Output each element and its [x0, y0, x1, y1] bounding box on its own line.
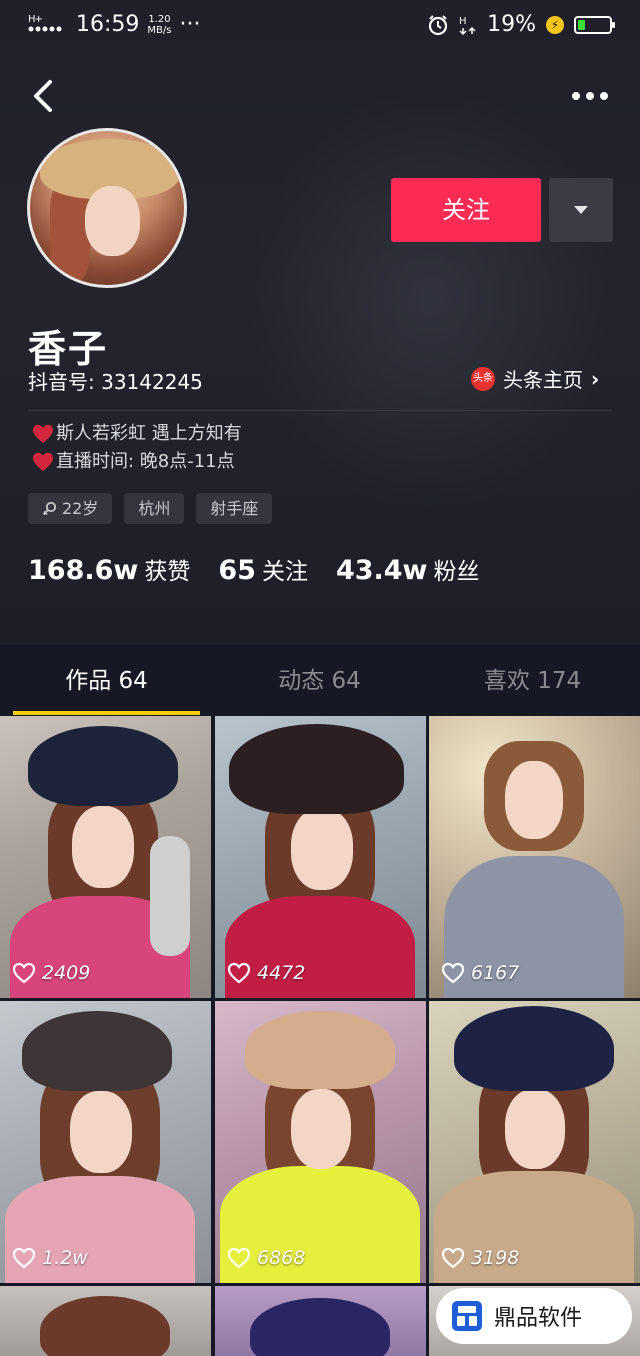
video-thumbnail[interactable]: 1.2w [0, 1001, 211, 1283]
net-speed: 1.20 MB/s [147, 14, 171, 36]
stat-value: 65 [218, 555, 256, 586]
watermark-logo-icon [452, 1301, 482, 1331]
like-count-text: 4472 [257, 962, 306, 984]
toutiao-label: 头条主页 [503, 368, 583, 392]
video-thumbnail[interactable]: 6868 [215, 1001, 426, 1283]
profile-nickname: 香子 [28, 327, 109, 371]
back-button[interactable] [24, 74, 64, 118]
heart-icon [33, 452, 53, 472]
like-count-text: 6167 [471, 962, 520, 984]
like-count-text: 1.2w [42, 1247, 88, 1269]
stat-value: 168.6w [28, 555, 139, 586]
video-thumbnail[interactable]: 6167 [429, 716, 640, 998]
heart-icon [33, 424, 53, 444]
like-count-text: 2409 [42, 962, 91, 984]
alarm-icon [428, 14, 448, 35]
profile-tags: 22岁 杭州 射手座 [28, 493, 273, 524]
heart-outline-icon [227, 962, 251, 984]
cell-signal-icon: H+ [28, 12, 68, 37]
video-thumbnail[interactable]: 3198 [429, 1001, 640, 1283]
video-like-count: 4472 [227, 962, 305, 984]
video-thumbnail[interactable]: 4472 [215, 716, 426, 998]
video-thumbnail[interactable] [0, 1286, 211, 1356]
tag-zodiac-label: 射手座 [210, 499, 259, 518]
divider [28, 410, 612, 411]
bio-line: 斯人若彩虹 遇上方知有 [32, 420, 242, 448]
status-bar: H+ 16:59 1.20 MB/s ··· H 19% ⚡ [0, 0, 640, 52]
toutiao-logo-icon: 头条 [471, 366, 495, 391]
video-thumbnail[interactable] [215, 1286, 426, 1356]
profile-stats: 168.6w 获赞 65 关注 43.4w 粉丝 [28, 552, 480, 586]
heart-outline-icon [441, 962, 465, 984]
net-speed-unit: MB/s [147, 24, 172, 36]
stat-following[interactable]: 65 关注 [218, 552, 308, 586]
female-icon [42, 501, 57, 515]
signal-label: H+ [28, 14, 43, 25]
video-like-count: 6868 [227, 1247, 305, 1269]
battery-icon [574, 15, 615, 34]
status-time: 16:59 [76, 12, 140, 37]
video-like-count: 6167 [441, 962, 519, 984]
toutiao-homepage-link[interactable]: 头条 头条主页 › [471, 364, 599, 393]
tab-updates[interactable]: 动态 64 [213, 645, 426, 715]
status-more: ··· [179, 12, 201, 37]
douyin-id: 抖音号: 33142245 [28, 370, 203, 394]
tab-works[interactable]: 作品 64 [0, 645, 213, 715]
video-like-count: 3198 [441, 1247, 519, 1269]
heart-outline-icon [12, 1247, 36, 1269]
like-count-text: 6868 [257, 1247, 306, 1269]
more-actions-dropdown[interactable] [549, 178, 613, 242]
triangle-down-icon [574, 206, 588, 214]
tab-indicator [13, 711, 200, 715]
stat-followers[interactable]: 43.4w 粉丝 [336, 552, 480, 586]
bio-text: 直播时间: 晚8点-11点 [56, 451, 235, 472]
tag-age: 22岁 [28, 493, 113, 524]
ellipsis-icon [572, 92, 608, 100]
heart-outline-icon [12, 962, 36, 984]
video-thumbnail[interactable]: 2409 [0, 716, 211, 998]
cell-data-icon: H [459, 16, 476, 35]
charging-icon: ⚡ [546, 15, 564, 34]
chevron-right-icon: › [591, 366, 600, 391]
stat-label: 获赞 [144, 559, 191, 585]
heart-outline-icon [227, 1247, 251, 1269]
watermark-text: 鼎品软件 [494, 1306, 583, 1331]
follow-button[interactable]: 关注 [391, 178, 541, 242]
tag-zodiac: 射手座 [196, 493, 273, 524]
net-speed-value: 1.20 [148, 13, 171, 25]
bio-line: 直播时间: 晚8点-11点 [32, 448, 242, 476]
battery-percent: 19% [487, 12, 536, 37]
more-button[interactable] [566, 82, 614, 110]
bio-text: 斯人若彩虹 遇上方知有 [56, 423, 242, 444]
svg-text:H: H [459, 16, 467, 27]
tag-city: 杭州 [124, 493, 185, 524]
like-count-text: 3198 [471, 1247, 520, 1269]
chevron-left-icon [34, 80, 52, 112]
tab-likes[interactable]: 喜欢 174 [426, 645, 639, 715]
video-like-count: 1.2w [12, 1247, 88, 1269]
content-tabs: 作品 64 动态 64 喜欢 174 [0, 645, 640, 715]
tag-city-label: 杭州 [138, 499, 171, 518]
tag-age-label: 22岁 [62, 499, 99, 518]
watermark-badge: 鼎品软件 [436, 1288, 632, 1344]
stat-label: 关注 [261, 559, 308, 585]
profile-bio: 斯人若彩虹 遇上方知有 直播时间: 晚8点-11点 [32, 420, 242, 476]
heart-outline-icon [441, 1247, 465, 1269]
stat-likes: 168.6w 获赞 [28, 552, 190, 586]
avatar[interactable] [27, 128, 187, 288]
stat-label: 粉丝 [433, 559, 480, 585]
video-like-count: 2409 [12, 962, 90, 984]
stat-value: 43.4w [335, 555, 428, 586]
